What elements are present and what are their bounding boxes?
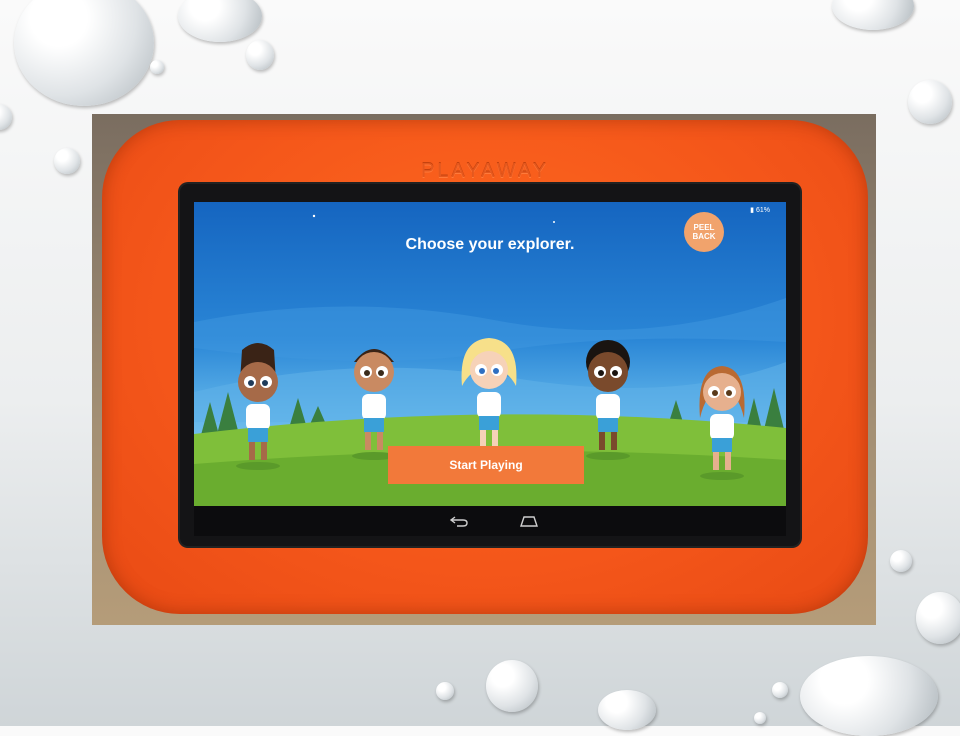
- water-drop: [772, 682, 788, 698]
- app-screen: ▮ 61% Choose your explorer. PEEL BACK St…: [194, 202, 786, 506]
- water-drop: [598, 690, 656, 730]
- home-icon[interactable]: [518, 512, 540, 530]
- water-drop: [246, 40, 274, 70]
- water-drop: [178, 0, 262, 42]
- explorer-5[interactable]: [692, 352, 752, 482]
- android-nav-bar: [194, 506, 786, 536]
- peel-back-button[interactable]: PEEL BACK: [684, 212, 724, 252]
- explorer-2[interactable]: [344, 332, 404, 462]
- water-drop: [14, 0, 154, 106]
- start-playing-button[interactable]: Start Playing: [388, 446, 584, 484]
- explorer-1[interactable]: [228, 342, 288, 472]
- peel-back-label: PEEL BACK: [692, 223, 716, 241]
- tablet-device: ▮ 61% Choose your explorer. PEEL BACK St…: [180, 184, 800, 546]
- explorer-3[interactable]: [454, 330, 524, 460]
- water-drop: [754, 712, 766, 724]
- tablet-photo: PLAYAWAY ▮ 61% Choose your explorer. PEE…: [92, 114, 876, 625]
- brand-logo: PLAYAWAY: [420, 160, 550, 182]
- water-drop: [150, 60, 164, 74]
- battery-percent: 61%: [755, 207, 770, 214]
- water-drop: [800, 656, 938, 736]
- water-drop: [436, 682, 454, 700]
- status-bar: ▮ 61%: [750, 206, 770, 214]
- water-drop: [54, 148, 80, 174]
- water-drop: [0, 104, 12, 130]
- water-drop: [486, 660, 538, 712]
- battery-icon: ▮: [750, 207, 755, 214]
- water-drop: [890, 550, 912, 572]
- water-drop: [916, 592, 960, 644]
- back-icon[interactable]: [448, 512, 470, 530]
- explorer-4[interactable]: [578, 332, 638, 462]
- water-drop: [832, 0, 914, 30]
- water-drop: [908, 80, 952, 124]
